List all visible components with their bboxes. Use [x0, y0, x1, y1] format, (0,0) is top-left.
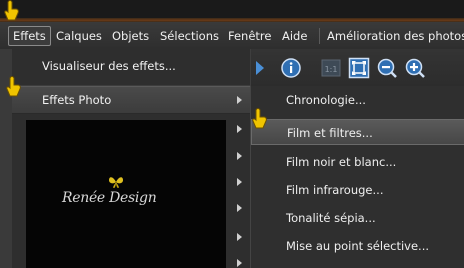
submenu-item-film-noir-et-blanc[interactable]: Film noir et blanc... — [251, 149, 464, 175]
actual-size-icon[interactable]: 1:1 — [320, 57, 342, 79]
toolbar: 1:1 — [250, 49, 464, 87]
submenu-item-tonalite-sepia[interactable]: Tonalité sépia... — [251, 205, 464, 231]
submenu-item-label: Tonalité sépia... — [286, 211, 376, 225]
fit-screen-icon[interactable] — [348, 57, 370, 79]
menu-calques[interactable]: Calques — [52, 26, 106, 46]
submenu-arrow-icon — [237, 178, 242, 186]
submenu-arrow-icon — [237, 259, 242, 267]
image-canvas[interactable]: Renée Design — [26, 120, 226, 268]
butterfly-logo-icon — [109, 177, 123, 188]
menu-amelioration-photos[interactable]: Amélioration des photos — [323, 26, 464, 46]
submenu-item-label: Film et filtres... — [287, 126, 373, 140]
submenu-item-label: Mise au point sélective... — [286, 239, 430, 253]
menu-item-label: Effets Photo — [42, 93, 112, 107]
menu-fenetre[interactable]: Fenêtre — [224, 26, 275, 46]
logo-text: Renée Design — [62, 190, 157, 206]
submenu-item-film-infrarouge[interactable]: Film infrarouge... — [251, 177, 464, 203]
title-bar — [0, 0, 464, 22]
zoom-in-icon[interactable] — [404, 57, 426, 79]
photo-effects-submenu: Chronologie... Film et filtres... Film n… — [250, 86, 464, 268]
submenu-item-film-et-filtres[interactable]: Film et filtres... — [251, 119, 464, 145]
submenu-arrow-icon — [237, 96, 242, 104]
submenu-item-label: Film infrarouge... — [286, 183, 384, 197]
menu-item-label: Visualiseur des effets... — [42, 59, 176, 73]
menu-separator — [319, 28, 320, 44]
svg-text:1:1: 1:1 — [325, 65, 338, 74]
submenu-arrow-icon — [237, 204, 242, 212]
submenu-arrow-icon — [237, 233, 242, 241]
info-icon[interactable] — [280, 57, 302, 79]
menu-item-visualiseur-effets[interactable]: Visualiseur des effets... — [12, 51, 250, 81]
submenu-arrow-icon — [237, 152, 242, 160]
menu-aide[interactable]: Aide — [278, 26, 311, 46]
menu-item-effets-photo[interactable]: Effets Photo — [12, 86, 250, 114]
submenu-item-mise-au-point-selective[interactable]: Mise au point sélective... — [251, 233, 464, 259]
pointer-hand-icon — [4, 0, 19, 21]
submenu-item-chronologie[interactable]: Chronologie... — [251, 87, 464, 113]
menu-effets[interactable]: Effets — [8, 26, 51, 46]
menu-selections[interactable]: Sélections — [156, 26, 223, 46]
submenu-item-label: Chronologie... — [286, 93, 366, 107]
pointer-hand-icon — [252, 108, 267, 129]
pointer-hand-icon — [6, 76, 21, 97]
menu-bar: Effets Calques Objets Sélections Fenêtre… — [0, 22, 464, 50]
submenu-item-label: Film noir et blanc... — [286, 155, 397, 169]
zoom-out-icon[interactable] — [376, 57, 398, 79]
submenu-arrow-icon — [237, 125, 242, 133]
menu-objets[interactable]: Objets — [108, 26, 153, 46]
arrow-right-icon[interactable] — [250, 57, 272, 79]
